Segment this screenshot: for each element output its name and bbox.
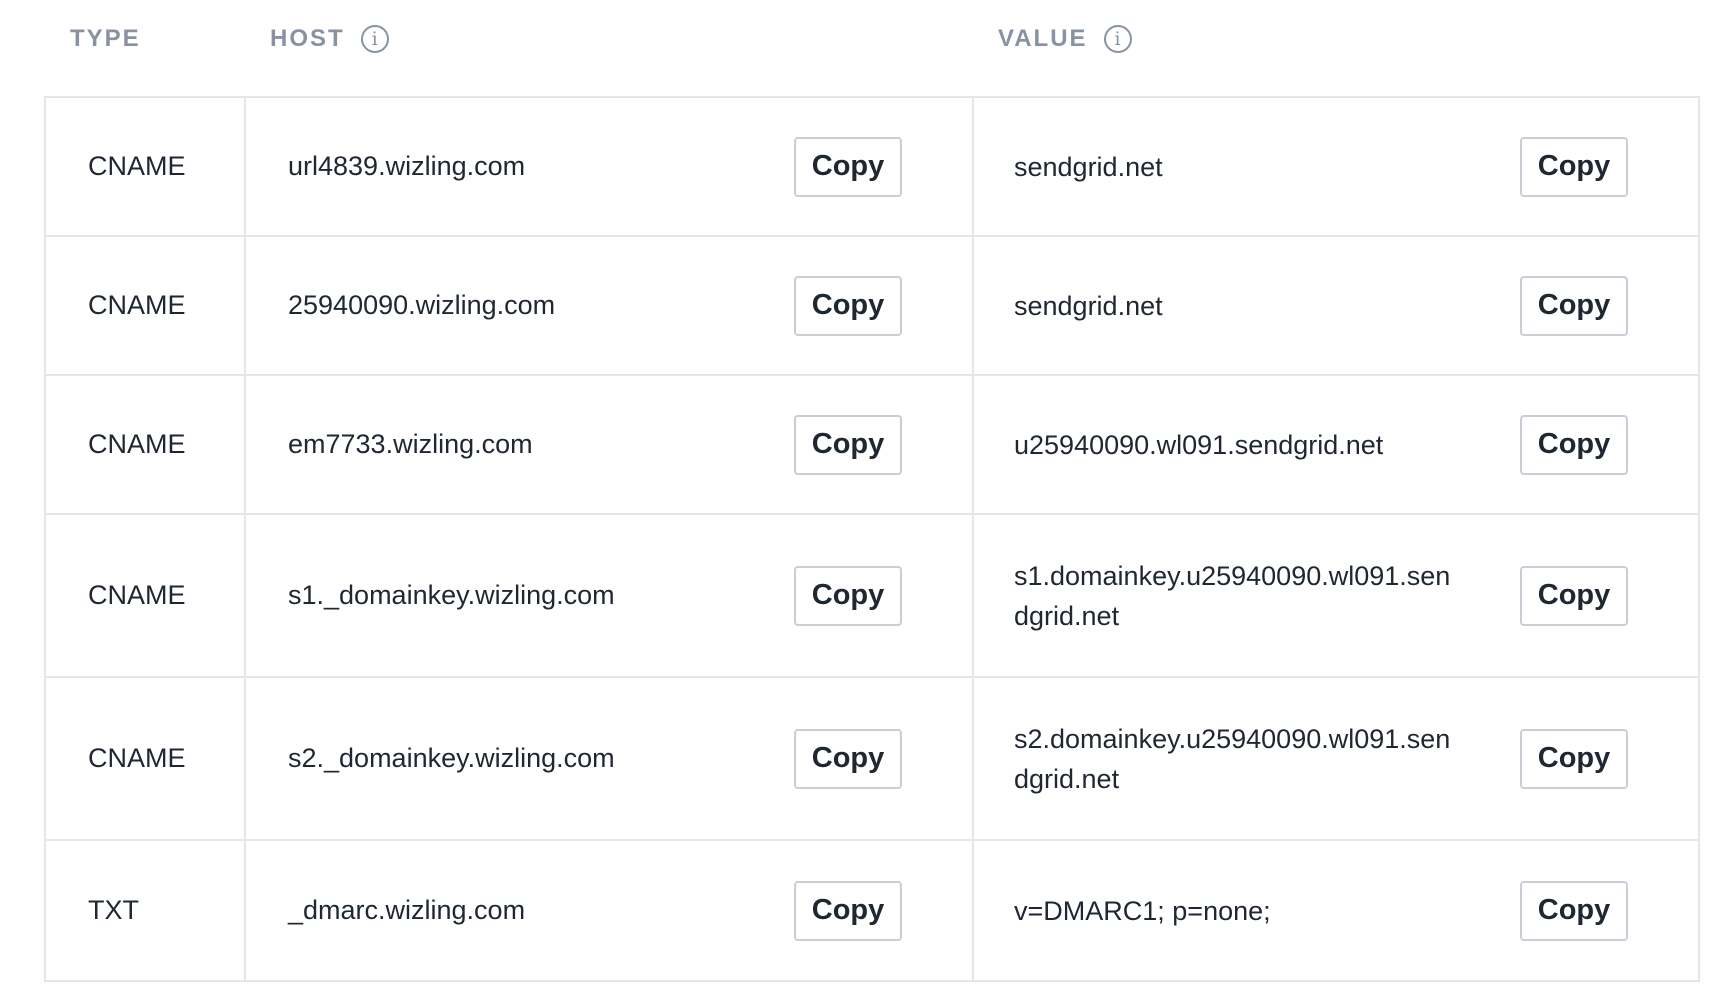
record-value: u25940090.wl091.sendgrid.net — [1014, 429, 1384, 460]
record-type: CNAME — [46, 678, 246, 839]
record-host: 25940090.wizling.com — [288, 290, 556, 320]
value-cell: s1.domainkey.u25940090.wl091.sendgrid.ne… — [974, 515, 1698, 676]
record-type: CNAME — [46, 98, 246, 235]
table-row: TXT _dmarc.wizling.com Copy v=DMARC1; p=… — [46, 841, 1698, 980]
record-host: url4839.wizling.com — [288, 151, 526, 181]
dns-records-table: CNAME url4839.wizling.com Copy sendgrid.… — [44, 96, 1700, 982]
copy-host-button[interactable]: Copy — [794, 880, 902, 941]
value-info-icon[interactable]: i — [1103, 25, 1132, 53]
table-row: CNAME url4839.wizling.com Copy sendgrid.… — [46, 98, 1698, 237]
record-value: sendgrid.net — [1014, 290, 1163, 321]
column-header-host: HOST i — [270, 22, 389, 56]
record-value: s1.domainkey.u25940090.wl091.sendgrid.ne… — [1014, 560, 1451, 631]
record-type: TXT — [46, 841, 246, 980]
record-host: _dmarc.wizling.com — [288, 895, 526, 925]
record-host: s2._domainkey.wizling.com — [288, 743, 615, 773]
host-info-icon[interactable]: i — [360, 25, 389, 53]
host-cell: url4839.wizling.com Copy — [246, 98, 974, 235]
host-cell: _dmarc.wizling.com Copy — [246, 841, 974, 980]
value-cell: s2.domainkey.u25940090.wl091.sendgrid.ne… — [974, 678, 1698, 839]
column-header-type-label: TYPE — [70, 25, 141, 52]
host-cell: s1._domainkey.wizling.com Copy — [246, 515, 974, 676]
copy-host-button[interactable]: Copy — [794, 275, 902, 336]
column-header-host-label: HOST — [270, 25, 345, 52]
copy-value-button[interactable]: Copy — [1520, 414, 1628, 475]
host-cell: s2._domainkey.wizling.com Copy — [246, 678, 974, 839]
copy-value-button[interactable]: Copy — [1520, 728, 1628, 789]
table-row: CNAME s1._domainkey.wizling.com Copy s1.… — [46, 515, 1698, 678]
table-row: CNAME s2._domainkey.wizling.com Copy s2.… — [46, 678, 1698, 841]
record-host: em7733.wizling.com — [288, 429, 533, 459]
value-cell: sendgrid.net Copy — [974, 98, 1698, 235]
copy-host-button[interactable]: Copy — [794, 414, 902, 475]
host-cell: 25940090.wizling.com Copy — [246, 237, 974, 374]
host-cell: em7733.wizling.com Copy — [246, 376, 974, 513]
column-header-value-label: VALUE — [998, 25, 1088, 52]
record-type: CNAME — [46, 376, 246, 513]
table-row: CNAME em7733.wizling.com Copy u25940090.… — [46, 376, 1698, 515]
copy-host-button[interactable]: Copy — [794, 136, 902, 197]
copy-host-button[interactable]: Copy — [794, 728, 902, 789]
record-type: CNAME — [46, 515, 246, 676]
column-header-value: VALUE i — [998, 22, 1132, 56]
table-header: TYPE HOST i VALUE i — [0, 0, 1714, 80]
record-value: v=DMARC1; p=none; — [1014, 895, 1271, 926]
copy-value-button[interactable]: Copy — [1520, 136, 1628, 197]
copy-value-button[interactable]: Copy — [1520, 880, 1628, 941]
copy-value-button[interactable]: Copy — [1520, 565, 1628, 626]
value-cell: v=DMARC1; p=none; Copy — [974, 841, 1698, 980]
table-row: CNAME 25940090.wizling.com Copy sendgrid… — [46, 237, 1698, 376]
value-cell: sendgrid.net Copy — [974, 237, 1698, 374]
record-value: s2.domainkey.u25940090.wl091.sendgrid.ne… — [1014, 723, 1451, 794]
copy-value-button[interactable]: Copy — [1520, 275, 1628, 336]
record-value: sendgrid.net — [1014, 151, 1163, 182]
copy-host-button[interactable]: Copy — [794, 565, 902, 626]
record-type: CNAME — [46, 237, 246, 374]
record-host: s1._domainkey.wizling.com — [288, 580, 615, 610]
column-header-type: TYPE — [70, 22, 141, 56]
value-cell: u25940090.wl091.sendgrid.net Copy — [974, 376, 1698, 513]
